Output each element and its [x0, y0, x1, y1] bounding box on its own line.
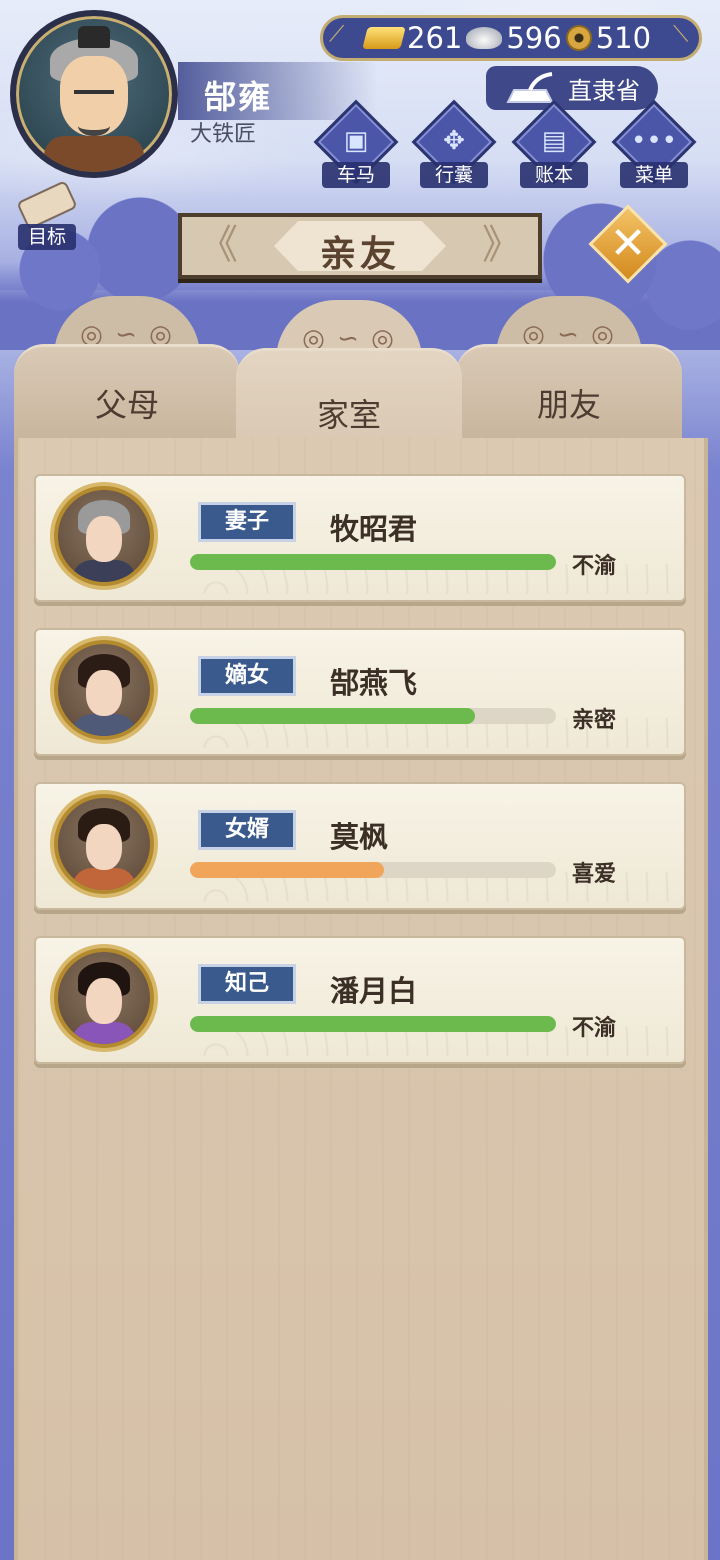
relative-card[interactable]: 女婿 莫枫 喜爱	[34, 782, 686, 910]
goal-button[interactable]: 目标	[10, 179, 86, 250]
close-icon[interactable]: ✕	[600, 216, 656, 272]
tab-family[interactable]: ◎ ∽ ◎ 家室	[236, 300, 462, 450]
relative-card[interactable]: 嫡女 郜燕飞 亲密	[34, 628, 686, 756]
location-label: 直隶省	[568, 76, 640, 105]
bundle-icon: ✥	[443, 126, 465, 156]
player-name: 郜雍	[204, 78, 273, 116]
relative-card[interactable]: 妻子 牧昭君 不渝	[34, 474, 686, 602]
tab-friends-label: 朋友	[536, 386, 601, 424]
player-avatar[interactable]	[10, 10, 178, 178]
relation-badge: 女婿	[198, 810, 296, 850]
affection-bar	[190, 554, 556, 570]
relation-badge: 妻子	[198, 502, 296, 542]
bamboo-ornament-icon: ⟍	[673, 22, 689, 47]
player-title: 大铁匠	[190, 122, 257, 147]
ledger-label: 账本	[520, 162, 588, 188]
affection-bar	[190, 708, 556, 724]
silver-amount: 596	[506, 21, 562, 55]
relative-card[interactable]: 知己 潘月白 不渝	[34, 936, 686, 1064]
ledger-button[interactable]: ▤ 账本	[511, 99, 597, 192]
relative-name: 郜燕飞	[330, 666, 418, 700]
copper-coin-icon	[565, 25, 592, 51]
page-title: 亲友	[319, 234, 400, 275]
relative-name: 牧昭君	[330, 512, 418, 546]
silver-ingot-icon	[466, 27, 503, 49]
carriage-icon: ▣	[343, 126, 369, 156]
goal-label: 目标	[18, 224, 76, 250]
affection-level: 不渝	[572, 1016, 617, 1041]
bamboo-ornament-icon: ⟋	[329, 22, 345, 47]
affection-level: 不渝	[572, 554, 617, 579]
currency-bar: ⟋ 261 596 510 ⟍	[320, 15, 702, 61]
affection-bar	[190, 1016, 556, 1032]
relative-portrait	[58, 490, 150, 582]
tab-family-label: 家室	[316, 396, 381, 434]
carriage-button[interactable]: ▣ 车马	[313, 99, 399, 192]
affection-level: 喜爱	[572, 862, 617, 887]
tab-friends[interactable]: ◎ ∽ ◎ 朋友	[456, 296, 682, 446]
ledger-icon: ▤	[541, 126, 567, 156]
tab-parents[interactable]: ◎ ∽ ◎ 父母	[14, 296, 240, 446]
affection-bar	[190, 862, 556, 878]
carriage-label: 车马	[322, 162, 390, 188]
gold-ingot-icon	[362, 27, 406, 49]
bundle-label: 行囊	[420, 162, 488, 188]
coin-amount: 510	[595, 21, 652, 55]
relative-name: 潘月白	[330, 974, 418, 1008]
affection-level: 亲密	[572, 708, 617, 733]
relative-portrait	[58, 798, 150, 890]
scroll-icon	[16, 179, 78, 231]
page-title-banner: 《 》 亲友	[178, 213, 542, 279]
relative-portrait	[58, 644, 150, 736]
bundle-button[interactable]: ✥ 行囊	[411, 99, 497, 192]
menu-label: 菜单	[620, 162, 688, 188]
relative-name: 莫枫	[330, 820, 389, 854]
relation-badge: 嫡女	[198, 656, 296, 696]
gold-amount: 261	[407, 21, 463, 55]
relation-badge: 知己	[198, 964, 296, 1004]
tab-parents-label: 父母	[94, 386, 159, 424]
more-icon: •••	[630, 126, 677, 156]
relative-portrait	[58, 952, 150, 1044]
menu-button[interactable]: ••• 菜单	[611, 99, 697, 192]
